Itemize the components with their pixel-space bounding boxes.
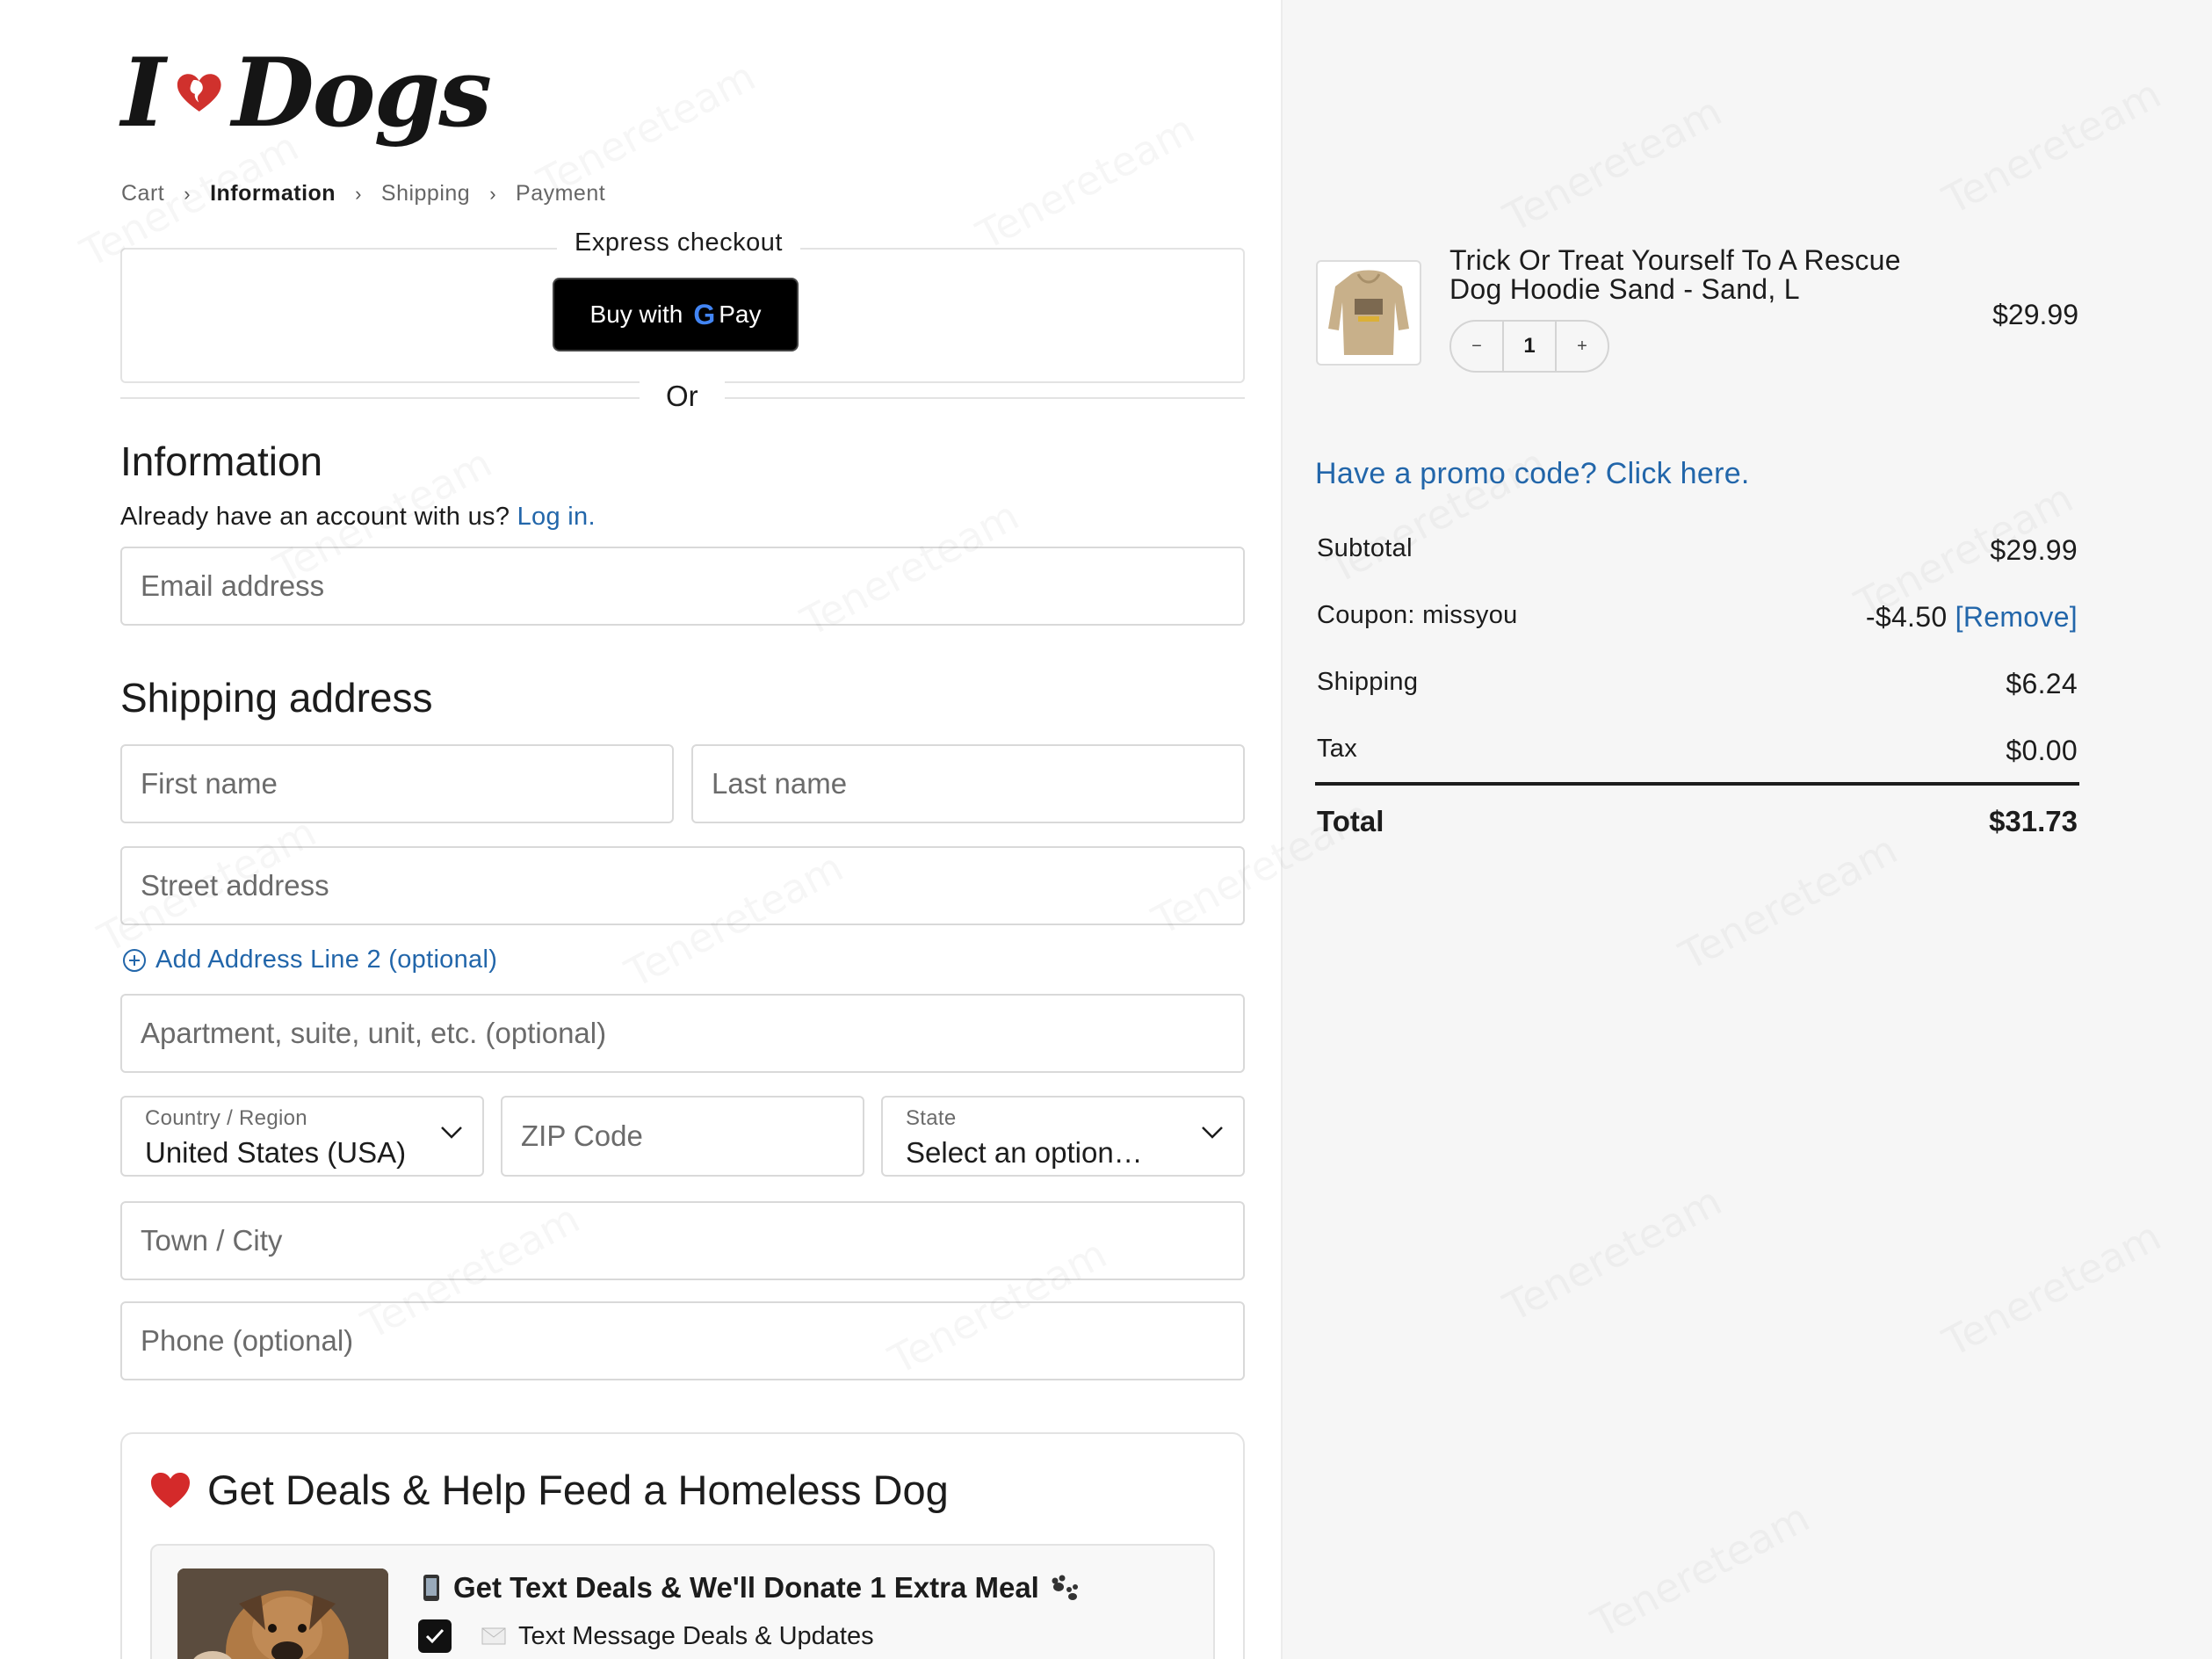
city-field[interactable]: Town / City [120, 1201, 1245, 1280]
sms-deal-headline: Get Text Deals & We'll Donate 1 Extra Me… [422, 1571, 1081, 1605]
coupon-value: -$4.50 [1865, 601, 1948, 633]
gpay-button-prefix: Buy with [589, 301, 683, 328]
sms-opt-in-label: Text Message Deals & Updates [518, 1621, 874, 1650]
checkmark-icon [425, 1628, 445, 1644]
subtotal-label: Subtotal [1317, 534, 1413, 562]
gpay-button-suffix: Pay [719, 301, 762, 328]
shipping-heading: Shipping address [120, 675, 433, 721]
login-link[interactable]: Log in. [517, 503, 596, 531]
chevron-down-icon [441, 1127, 462, 1139]
site-logo[interactable]: I Dogs [121, 32, 492, 155]
subtotal-value: $29.99 [1990, 534, 2078, 566]
subtotal-row: Subtotal $29.99 [1317, 534, 2078, 567]
dog-photo [177, 1568, 388, 1659]
street-address-field[interactable]: Street address [120, 846, 1245, 925]
or-label: Or [640, 380, 725, 413]
shipping-row: Shipping $6.24 [1317, 668, 2078, 700]
email-field[interactable]: Email address [120, 547, 1245, 626]
product-name: Trick Or Treat Yourself To A Rescue Dog … [1449, 244, 1901, 305]
state-select-label: State [906, 1106, 957, 1130]
dog-photo-image [177, 1568, 388, 1659]
country-select-label: Country / Region [145, 1106, 307, 1130]
account-prompt: Already have an account with us? Log in. [120, 503, 596, 532]
total-divider [1315, 782, 2079, 786]
total-label: Total [1317, 805, 1384, 837]
apartment-field[interactable]: Apartment, suite, unit, etc. (optional) [120, 994, 1245, 1073]
coupon-label: Coupon: missyou [1317, 601, 1518, 629]
deals-title-text: Get Deals & Help Feed a Homeless Dog [207, 1467, 949, 1513]
total-row: Total $31.73 [1317, 805, 2078, 838]
quantity-decrease-button[interactable]: − [1451, 337, 1502, 357]
add-address-line2-link[interactable]: Add Address Line 2 (optional) [122, 945, 497, 974]
breadcrumb-payment: Payment [516, 181, 606, 206]
plus-circle-icon [123, 948, 146, 972]
product-price: $29.99 [1992, 299, 2078, 330]
state-select-value: Select an option… [906, 1136, 1143, 1169]
google-pay-button[interactable]: Buy with G Pay [553, 278, 799, 351]
sms-deal-headline-text: Get Text Deals & We'll Donate 1 Extra Me… [453, 1571, 1039, 1604]
chevron-right-icon: › [184, 182, 192, 205]
checkout-form-column: I Dogs Cart › Information › Shipping › P… [0, 0, 1281, 1659]
phone-field[interactable]: Phone (optional) [120, 1301, 1245, 1380]
coupon-remove-link[interactable]: [Remove] [1955, 601, 2078, 633]
product-thumbnail [1316, 260, 1421, 366]
sms-opt-in-row[interactable]: Text Message Deals & Updates [418, 1619, 874, 1653]
zip-code-field[interactable]: ZIP Code [501, 1096, 864, 1177]
logo-text-right: Dogs [231, 38, 492, 149]
coupon-amount-group: -$4.50 [Remove] [1866, 601, 2078, 634]
paw-prints-icon [1052, 1575, 1078, 1600]
add-address-line2-label: Add Address Line 2 (optional) [155, 945, 498, 974]
logo-text-left: I [121, 38, 166, 149]
chevron-down-icon [1202, 1127, 1223, 1139]
breadcrumb-information: Information [210, 181, 336, 206]
sms-opt-in-checkbox[interactable] [418, 1619, 452, 1653]
last-name-field[interactable]: Last name [691, 744, 1245, 823]
heart-dog-icon [177, 74, 221, 112]
country-select[interactable]: Country / Region United States (USA) [120, 1096, 484, 1177]
hoodie-image [1328, 270, 1409, 355]
tax-value: $0.00 [2006, 735, 2078, 766]
breadcrumb-shipping: Shipping [380, 181, 471, 206]
chevron-right-icon: › [489, 182, 497, 205]
red-heart-icon [151, 1472, 190, 1508]
shipping-value: $6.24 [2006, 668, 2078, 699]
tax-label: Tax [1317, 735, 1358, 763]
first-name-field[interactable]: First name [120, 744, 674, 823]
google-g-icon: G [693, 298, 716, 330]
coupon-row: Coupon: missyou -$4.50 [Remove] [1317, 601, 2078, 634]
deals-title: Get Deals & Help Feed a Homeless Dog [149, 1466, 949, 1514]
total-value: $31.73 [1989, 805, 2078, 837]
envelope-icon [481, 1627, 506, 1645]
tax-row: Tax $0.00 [1317, 735, 2078, 767]
account-prompt-text: Already have an account with us? [120, 503, 510, 531]
country-select-value: United States (USA) [145, 1136, 407, 1169]
quantity-increase-button[interactable]: + [1557, 337, 1608, 357]
express-checkout-label: Express checkout [557, 228, 800, 257]
quantity-value[interactable]: 1 [1502, 322, 1557, 371]
state-select[interactable]: State Select an option… [881, 1096, 1245, 1177]
information-heading: Information [120, 438, 323, 484]
breadcrumb-cart[interactable]: Cart [121, 181, 164, 206]
breadcrumb: Cart › Information › Shipping › Payment [121, 181, 605, 206]
promo-code-link[interactable]: Have a promo code? Click here. [1315, 457, 1750, 491]
mobile-phone-icon [423, 1575, 439, 1601]
quantity-stepper: − 1 + [1449, 320, 1609, 373]
shipping-label: Shipping [1317, 668, 1419, 696]
chevron-right-icon: › [355, 182, 362, 205]
